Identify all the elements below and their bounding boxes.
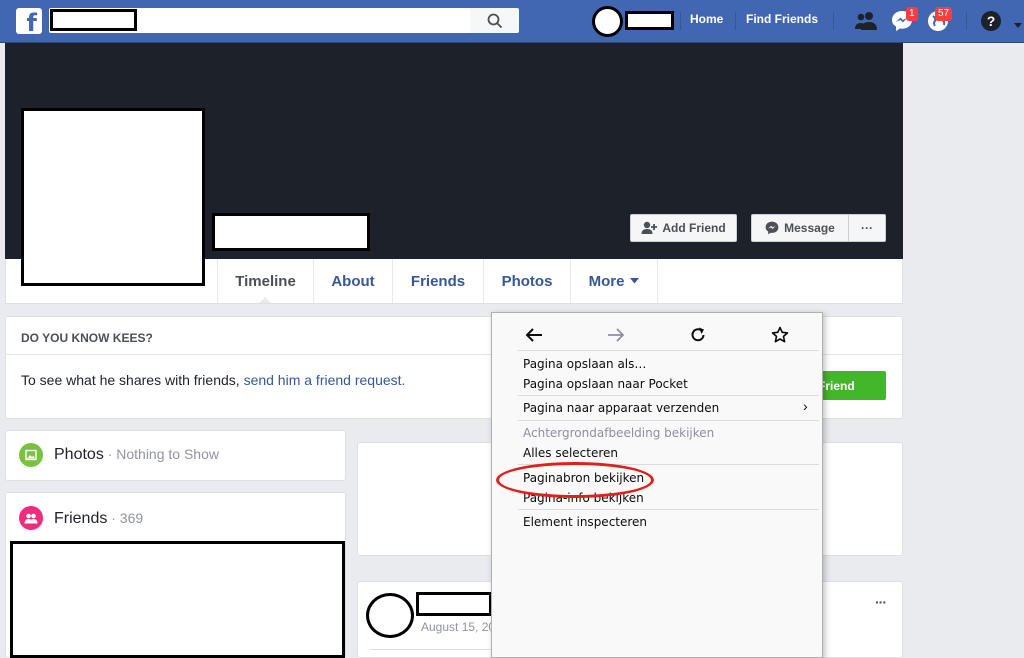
menu-item-save-page-as[interactable]: Pagina opslaan als… (523, 357, 646, 371)
redacted-friends-grid (10, 541, 345, 658)
friend-request-prefix: To see what he shares with friends, (21, 372, 244, 388)
message-button[interactable]: Message (751, 214, 849, 242)
nav-divider (680, 12, 681, 30)
tab-label: Photos (501, 272, 553, 290)
active-tab-indicator (259, 297, 271, 303)
photos-icon (19, 443, 43, 467)
tab-label: More (588, 272, 625, 290)
svg-text:?: ? (987, 13, 996, 29)
redacted-profile-name (212, 213, 370, 251)
tab-about[interactable]: About (314, 259, 393, 303)
tab-photos[interactable]: Photos (484, 259, 571, 303)
post-date[interactable]: August 15, 20 (421, 620, 495, 634)
post-more-icon[interactable]: ··· (875, 594, 887, 610)
back-arrow-icon[interactable] (522, 323, 546, 347)
redacted-username[interactable] (625, 11, 674, 30)
nav-find-friends-link[interactable]: Find Friends (746, 12, 818, 26)
photos-status: · Nothing to Show (103, 446, 219, 462)
message-label: Message (784, 221, 835, 235)
redacted-post-avatar[interactable] (366, 593, 414, 638)
nav-divider (735, 12, 736, 30)
redacted-profile-picture[interactable] (21, 108, 205, 286)
tab-more[interactable]: More (571, 259, 658, 303)
nav-home-link[interactable]: Home (690, 12, 723, 26)
facebook-logo[interactable]: f (16, 8, 42, 34)
search-button[interactable] (470, 8, 519, 33)
caret-down-icon (630, 278, 640, 284)
menu-item-send-to-device[interactable]: Pagina naar apparaat verzenden (523, 401, 719, 415)
profile-more-button[interactable]: ··· (848, 214, 886, 242)
submenu-arrow-icon: › (803, 398, 808, 414)
add-friend-button[interactable]: Add Friend (630, 214, 737, 242)
photos-label[interactable]: Photos (54, 446, 104, 463)
search-icon (487, 13, 502, 28)
menu-separator (518, 350, 819, 351)
menu-separator (518, 509, 819, 510)
add-friend-icon (641, 221, 658, 234)
help-icon[interactable]: ? (979, 9, 1003, 33)
friends-heading[interactable]: Friends · 369 (54, 510, 143, 528)
messenger-icon (765, 221, 779, 235)
nav-divider (833, 12, 834, 30)
menu-item-save-to-pocket[interactable]: Pagina opslaan naar Pocket (523, 377, 688, 391)
nav-divider (966, 12, 967, 30)
friend-requests-icon[interactable] (854, 9, 878, 33)
redacted-post-author[interactable] (416, 592, 492, 616)
account-menu-icon[interactable] (1013, 17, 1023, 35)
friends-count: · 369 (107, 510, 144, 526)
tab-label: About (331, 272, 375, 290)
friends-label[interactable]: Friends (54, 510, 107, 527)
redacted-avatar[interactable] (592, 6, 623, 37)
highlight-ellipse (496, 462, 654, 498)
menu-item-select-all[interactable]: Alles selecteren (523, 446, 618, 460)
photos-heading[interactable]: Photos · Nothing to Show (54, 446, 219, 464)
tab-label: Friends (410, 272, 466, 290)
friend-request-text: To see what he shares with friends, send… (21, 372, 405, 388)
tab-friends[interactable]: Friends (393, 259, 484, 303)
menu-separator (518, 420, 819, 421)
messages-badge: 1 (906, 7, 918, 21)
reload-icon[interactable] (686, 323, 710, 347)
forward-arrow-icon[interactable] (604, 323, 628, 347)
bookmark-star-icon[interactable] (768, 323, 792, 347)
redacted-search-text (50, 9, 137, 31)
menu-item-inspect-element[interactable]: Element inspecteren (523, 515, 647, 529)
add-friend-label: Add Friend (662, 221, 726, 235)
send-friend-request-link[interactable]: send him a friend request. (244, 372, 406, 388)
tab-label: Timeline (235, 272, 296, 290)
friends-icon (19, 506, 43, 530)
more-dots-icon: ··· (861, 221, 873, 235)
menu-item-view-background-image[interactable]: Achtergrondafbeelding bekijken (523, 426, 714, 440)
notifications-badge: 57 (935, 7, 953, 21)
do-you-know-header: DO YOU KNOW KEES? (21, 331, 153, 345)
menu-separator (518, 395, 819, 396)
